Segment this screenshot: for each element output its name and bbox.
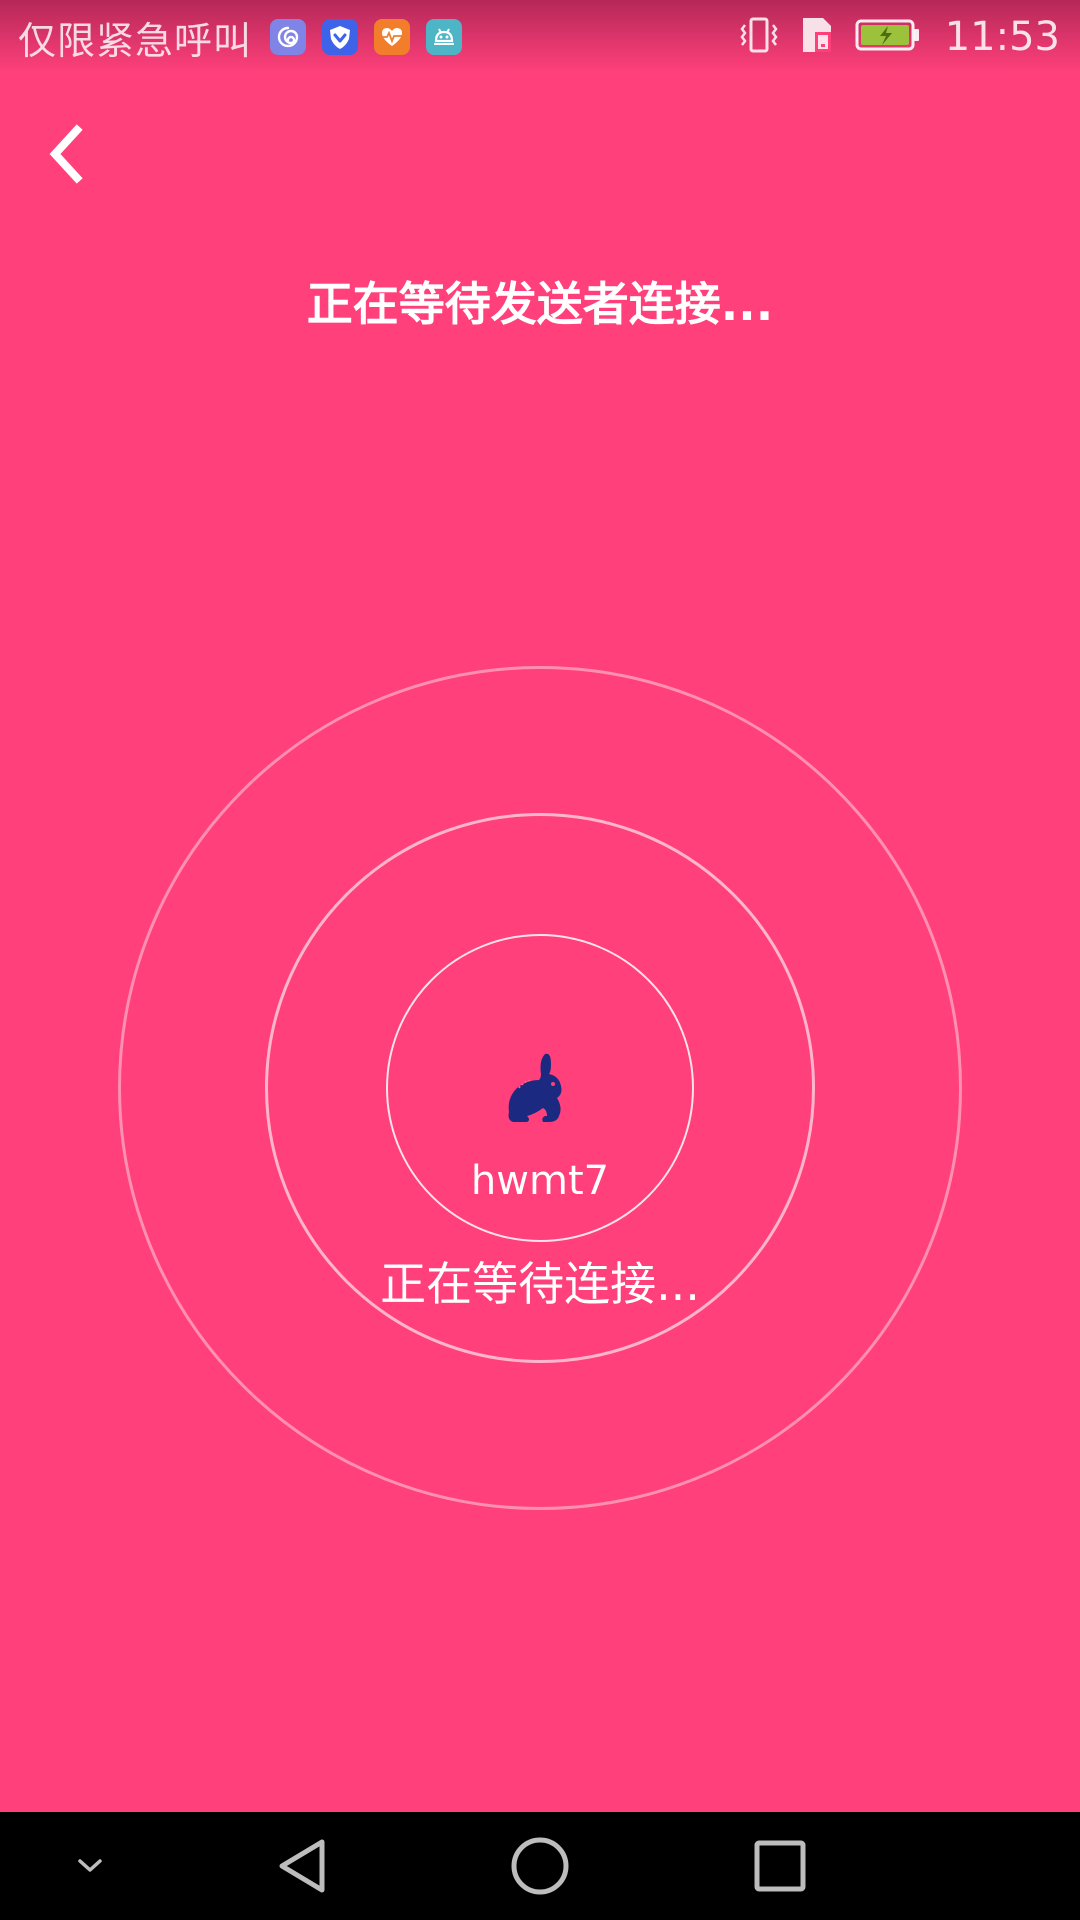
chevron-left-icon bbox=[49, 124, 83, 184]
status-right: 11:53 bbox=[737, 12, 1060, 62]
navigation-bar bbox=[0, 1812, 1080, 1920]
device-avatar[interactable] bbox=[505, 1050, 575, 1124]
health-app-icon bbox=[374, 19, 411, 55]
swirl-app-icon bbox=[270, 19, 307, 55]
receive-screen: 仅限紧急呼叫 11:53 正在等待发送者连接... hwmt7 正在等待连接..… bbox=[0, 0, 1080, 1920]
page-title: 正在等待发送者连接... bbox=[306, 277, 774, 331]
collapse-icon bbox=[78, 1859, 102, 1872]
recents-square-icon bbox=[754, 1840, 806, 1892]
home-circle-icon bbox=[511, 1837, 569, 1895]
nav-back-button[interactable] bbox=[262, 1812, 342, 1920]
battery-charging-icon bbox=[855, 17, 921, 57]
emergency-call-text: 仅限紧急呼叫 bbox=[18, 18, 253, 63]
nav-recents-button[interactable] bbox=[740, 1812, 820, 1920]
shield-app-icon bbox=[322, 19, 359, 55]
back-triangle-icon bbox=[279, 1839, 325, 1893]
nav-home-button[interactable] bbox=[500, 1812, 580, 1920]
status-bar: 仅限紧急呼叫 11:53 bbox=[0, 0, 1080, 72]
sim-card-icon bbox=[799, 14, 837, 60]
connection-status: 正在等待连接... bbox=[380, 1257, 700, 1311]
status-left: 仅限紧急呼叫 bbox=[18, 12, 463, 63]
device-name: hwmt7 bbox=[470, 1158, 610, 1204]
collapse-nav-button[interactable] bbox=[60, 1812, 120, 1920]
android-app-icon bbox=[426, 19, 463, 55]
clock: 11:53 bbox=[944, 14, 1060, 60]
rabbit-icon bbox=[508, 1053, 562, 1122]
back-button[interactable] bbox=[36, 118, 94, 190]
vibrate-icon bbox=[737, 13, 781, 61]
